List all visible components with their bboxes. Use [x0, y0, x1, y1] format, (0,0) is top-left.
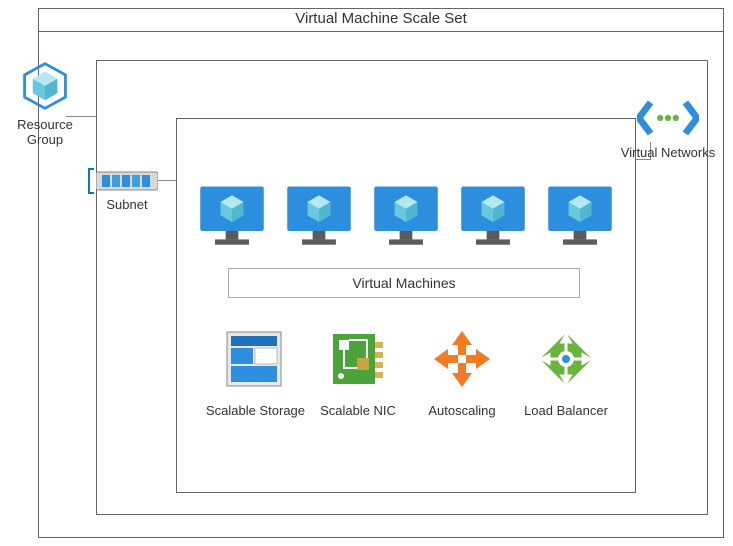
feature-autoscaling: Autoscaling: [414, 328, 510, 418]
vm-icon: [544, 178, 616, 253]
subnet-label: Subnet: [96, 197, 158, 212]
feature-scalable-storage: Scalable Storage: [206, 328, 302, 418]
scalable-storage-label: Scalable Storage: [206, 403, 302, 418]
resource-group-badge: Resource Group: [6, 60, 84, 147]
resource-group-icon: [17, 99, 73, 115]
subnet-bracket-icon: [88, 168, 94, 194]
autoscaling-label: Autoscaling: [414, 403, 510, 418]
virtual-machines-label-box: Virtual Machines: [228, 268, 580, 298]
load-balancer-icon: [535, 377, 597, 393]
virtual-networks-badge: Virtual Networks: [620, 98, 716, 160]
subnet-badge: Subnet: [96, 170, 158, 212]
scalable-nic-label: Scalable NIC: [310, 403, 406, 418]
vm-icon: [283, 178, 355, 253]
vm-icon: [457, 178, 529, 253]
vm-icon: [196, 178, 268, 253]
subnet-inner-box: [176, 118, 636, 493]
features-row: Scalable Storage Scalable NIC: [206, 328, 614, 418]
feature-scalable-nic: Scalable NIC: [310, 328, 406, 418]
resource-group-label: Resource Group: [6, 117, 84, 147]
vm-row: [196, 178, 616, 253]
vm-icon: [370, 178, 442, 253]
autoscaling-icon: [431, 377, 493, 393]
load-balancer-label: Load Balancer: [518, 403, 614, 418]
diagram-title: Virtual Machine Scale Set: [38, 8, 724, 32]
scalable-nic-icon: [327, 377, 389, 393]
virtual-networks-icon: [637, 125, 699, 141]
connector-subnet-to-inner: [157, 180, 176, 181]
subnet-icon: [96, 179, 158, 195]
virtual-networks-label: Virtual Networks: [620, 145, 716, 160]
scalable-storage-icon: [223, 377, 285, 393]
feature-load-balancer: Load Balancer: [518, 328, 614, 418]
